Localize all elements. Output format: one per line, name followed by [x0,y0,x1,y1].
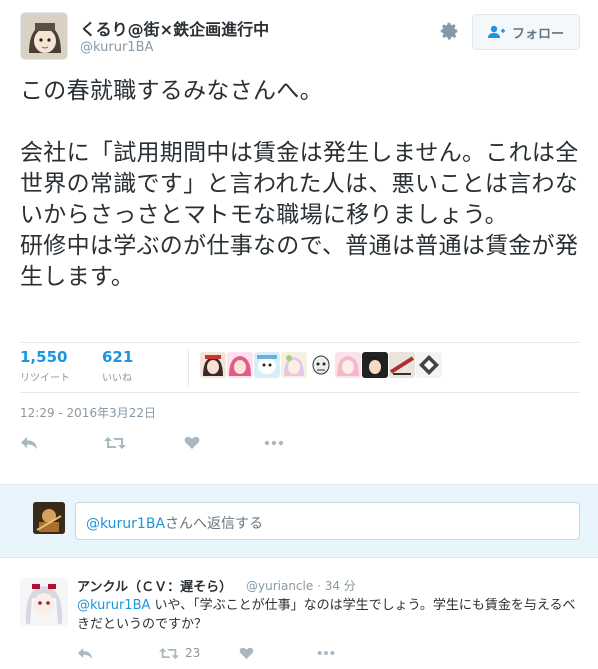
add-user-icon [487,25,505,38]
like-stat[interactable]: 621 いいね [102,348,133,384]
liker-avatar[interactable] [362,352,388,378]
retweet-count: 1,550 [20,348,68,366]
tweet-header: くるり@街×鉄企画進行中 @kurur1BA フォロー [20,12,580,64]
tweet-text: この春就職するみなさんへ。 会社に「試用期間中は賃金は発生しません。これは全世界… [20,78,579,290]
tweet-timestamp[interactable]: 12:29 - 2016年3月22日 [20,404,156,421]
stat-separator [188,350,189,386]
reply-meta: @yuriancle · 34 分 [246,577,356,594]
author-avatar[interactable] [20,12,68,60]
like-icon[interactable] [184,432,206,454]
liker-avatar[interactable] [416,352,442,378]
reply-actions: 23 [77,642,477,662]
divider [20,392,580,393]
like-label: いいね [102,373,132,384]
liker-avatar[interactable] [389,352,415,378]
more-icon[interactable] [264,432,286,454]
tweet-stats: 1,550 リツイート 621 いいね [20,348,580,388]
reply-author-name[interactable]: アンクル（ＣＶ：遅そら） [77,576,232,595]
retweet-stat[interactable]: 1,550 リツイート [20,348,70,384]
author-name[interactable]: くるり@街×鉄企画進行中 [80,16,269,40]
reply-text-mention[interactable]: @kurur1BA [77,598,150,613]
author-handle[interactable]: @kurur1BA [80,40,153,55]
liker-avatar[interactable] [227,352,253,378]
reply-icon[interactable] [20,432,42,454]
reply-mention: @kurur1BA [86,516,166,532]
reply-time[interactable]: · 34 分 [317,579,356,593]
retweet-icon[interactable] [104,432,126,454]
retweet-icon[interactable]: 23 [159,642,219,664]
reply-placeholder: さんへ返信する [165,516,264,532]
reply-retweet-count: 23 [185,646,201,660]
like-icon[interactable] [239,642,261,664]
follow-button[interactable]: フォロー [472,14,580,50]
reply-author-handle[interactable]: @yuriancle [246,579,313,593]
more-icon[interactable] [317,642,339,664]
divider [20,342,580,343]
reply-text: @kurur1BA いや、「学ぶことが仕事」なのは学生でしょう。学生にも賃金を与… [77,596,582,634]
reply-input[interactable]: @kurur1BAさんへ返信する [75,502,580,540]
retweet-label: リツイート [20,373,70,384]
liker-avatar[interactable] [200,352,226,378]
follow-label: フォロー [511,26,564,42]
liker-avatar[interactable] [254,352,280,378]
liker-avatar[interactable] [335,352,361,378]
like-count: 621 [102,348,134,366]
liker-avatar[interactable] [308,352,334,378]
gear-icon[interactable] [438,20,462,44]
tweet-actions [20,432,420,456]
current-user-avatar [33,502,65,534]
reply-author-avatar[interactable] [20,578,68,626]
reply-icon[interactable] [77,642,99,664]
liker-avatar[interactable] [281,352,307,378]
reply-text-body: いや、「学ぶことが仕事」なのは学生でしょう。学生にも賃金を与えるべきだというので… [77,598,576,632]
